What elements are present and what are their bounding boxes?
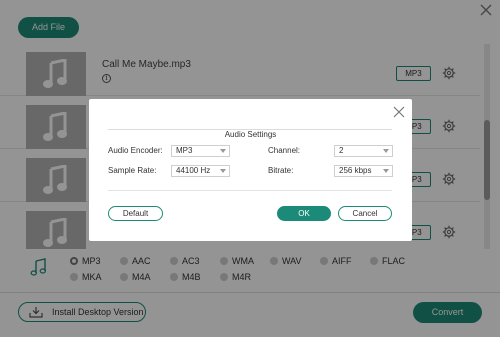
ok-button[interactable]: OK (277, 206, 331, 221)
audio-encoder-label: Audio Encoder: (108, 146, 163, 155)
bitrate-label: Bitrate: (268, 166, 294, 175)
dialog-divider (108, 190, 392, 191)
sample-rate-select[interactable]: 44100 Hz (171, 165, 230, 177)
channel-select[interactable]: 2 (334, 145, 393, 157)
audio-settings-dialog: Audio Settings Audio Encoder: MP3 Channe… (89, 99, 412, 241)
audio-encoder-select[interactable]: MP3 (171, 145, 230, 157)
cancel-button[interactable]: Cancel (338, 206, 392, 221)
default-button[interactable]: Default (108, 206, 163, 221)
close-icon[interactable] (392, 105, 406, 119)
channel-label: Channel: (268, 146, 301, 155)
bitrate-select[interactable]: 256 kbps (334, 165, 393, 177)
dialog-title-wrap: Audio Settings (89, 124, 412, 142)
dialog-title: Audio Settings (218, 130, 283, 139)
sample-rate-label: Sample Rate: (108, 166, 157, 175)
